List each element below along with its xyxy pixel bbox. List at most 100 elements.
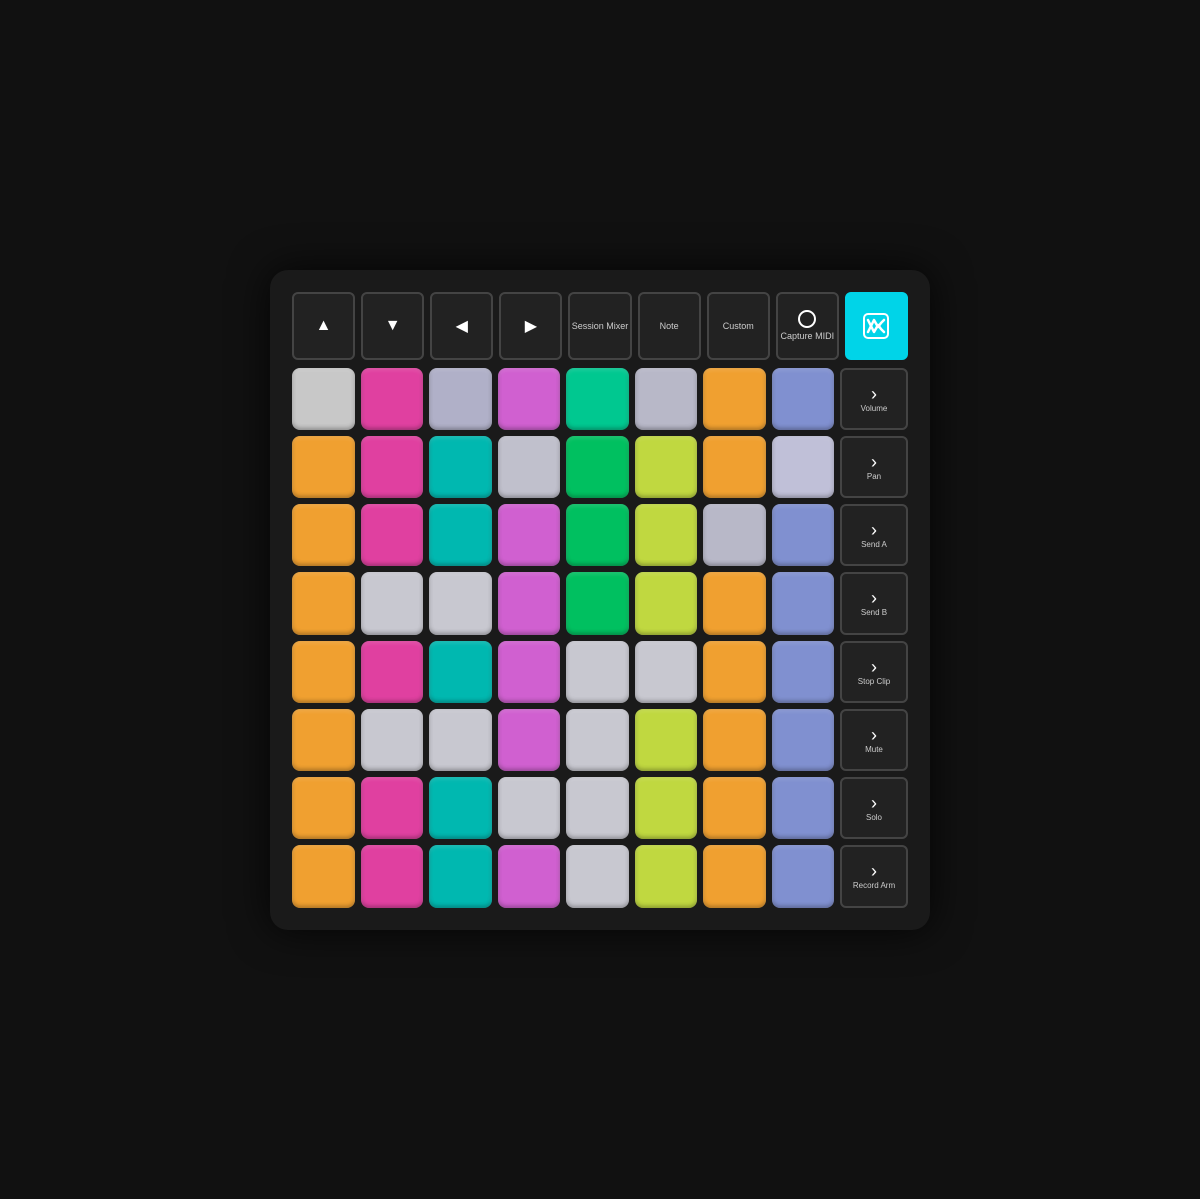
pad-0-6[interactable] (703, 368, 766, 430)
pad-1-5[interactable] (635, 436, 698, 498)
pad-4-2[interactable] (429, 641, 492, 703)
pad-7-5[interactable] (635, 845, 698, 907)
pad-6-3[interactable] (498, 777, 561, 839)
pad-6-6[interactable] (703, 777, 766, 839)
pad-0-1[interactable] (361, 368, 424, 430)
pad-5-1[interactable] (361, 709, 424, 771)
pad-5-7[interactable] (772, 709, 835, 771)
pan-label: Pan (867, 472, 881, 481)
pad-0-5[interactable] (635, 368, 698, 430)
pad-2-1[interactable] (361, 504, 424, 566)
volume-label: Volume (861, 404, 888, 413)
pad-0-4[interactable] (566, 368, 629, 430)
custom-button[interactable]: Custom (707, 292, 770, 360)
pad-3-0[interactable] (292, 572, 355, 634)
down-arrow-icon: ▼ (385, 317, 401, 335)
record_arm-button[interactable]: › Record Arm (840, 845, 908, 907)
pad-5-0[interactable] (292, 709, 355, 771)
session-mixer-button[interactable]: Session Mixer (568, 292, 631, 360)
pad-4-7[interactable] (772, 641, 835, 703)
mute-button[interactable]: › Mute (840, 709, 908, 771)
pad-3-5[interactable] (635, 572, 698, 634)
up-button[interactable]: ▲ (292, 292, 355, 360)
launchpad-controller: ▲ ▼ ◀ ▶ Session Mixer Note Custom Captur… (270, 270, 930, 930)
left-button[interactable]: ◀ (430, 292, 493, 360)
pad-4-3[interactable] (498, 641, 561, 703)
right-button[interactable]: ▶ (499, 292, 562, 360)
pad-1-4[interactable] (566, 436, 629, 498)
send_b-arrow-icon: › (871, 589, 877, 607)
pad-0-0[interactable] (292, 368, 355, 430)
stop_clip-arrow-icon: › (871, 658, 877, 676)
pad-5-2[interactable] (429, 709, 492, 771)
pad-7-7[interactable] (772, 845, 835, 907)
capture-circle-icon (798, 310, 816, 328)
capture-midi-button[interactable]: Capture MIDI (776, 292, 839, 360)
pad-1-7[interactable] (772, 436, 835, 498)
pad-4-0[interactable] (292, 641, 355, 703)
pad-1-1[interactable] (361, 436, 424, 498)
pad-3-3[interactable] (498, 572, 561, 634)
send_a-label: Send A (861, 540, 887, 549)
send_b-button[interactable]: › Send B (840, 572, 908, 634)
pad-2-0[interactable] (292, 504, 355, 566)
pad-6-4[interactable] (566, 777, 629, 839)
pad-1-3[interactable] (498, 436, 561, 498)
pad-4-1[interactable] (361, 641, 424, 703)
pad-3-4[interactable] (566, 572, 629, 634)
note-button[interactable]: Note (638, 292, 701, 360)
solo-arrow-icon: › (871, 794, 877, 812)
pad-4-4[interactable] (566, 641, 629, 703)
volume-arrow-icon: › (871, 385, 877, 403)
pad-2-6[interactable] (703, 504, 766, 566)
send_a-button[interactable]: › Send A (840, 504, 908, 566)
pad-1-6[interactable] (703, 436, 766, 498)
pad-0-3[interactable] (498, 368, 561, 430)
pad-5-5[interactable] (635, 709, 698, 771)
pad-6-0[interactable] (292, 777, 355, 839)
novation-logo-button[interactable] (845, 292, 908, 360)
pad-3-2[interactable] (429, 572, 492, 634)
pad-2-2[interactable] (429, 504, 492, 566)
pad-3-1[interactable] (361, 572, 424, 634)
custom-label: Custom (723, 322, 754, 332)
pad-0-7[interactable] (772, 368, 835, 430)
pad-4-5[interactable] (635, 641, 698, 703)
pad-6-2[interactable] (429, 777, 492, 839)
solo-label: Solo (866, 813, 882, 822)
down-button[interactable]: ▼ (361, 292, 424, 360)
pan-button[interactable]: › Pan (840, 436, 908, 498)
pad-6-5[interactable] (635, 777, 698, 839)
pad-0-2[interactable] (429, 368, 492, 430)
pad-5-3[interactable] (498, 709, 561, 771)
pad-1-2[interactable] (429, 436, 492, 498)
capture-label: Capture MIDI (781, 332, 835, 342)
solo-button[interactable]: › Solo (840, 777, 908, 839)
pad-2-7[interactable] (772, 504, 835, 566)
record_arm-arrow-icon: › (871, 862, 877, 880)
pad-6-7[interactable] (772, 777, 835, 839)
volume-button[interactable]: › Volume (840, 368, 908, 430)
pad-2-5[interactable] (635, 504, 698, 566)
pad-3-7[interactable] (772, 572, 835, 634)
pad-7-6[interactable] (703, 845, 766, 907)
pad-5-4[interactable] (566, 709, 629, 771)
top-row: ▲ ▼ ◀ ▶ Session Mixer Note Custom Captur… (292, 292, 908, 360)
novation-logo-icon (860, 310, 892, 342)
pad-5-6[interactable] (703, 709, 766, 771)
stop_clip-button[interactable]: › Stop Clip (840, 641, 908, 703)
pad-1-0[interactable] (292, 436, 355, 498)
pad-7-3[interactable] (498, 845, 561, 907)
pad-2-3[interactable] (498, 504, 561, 566)
pad-grid (292, 368, 834, 908)
pad-4-6[interactable] (703, 641, 766, 703)
pad-7-4[interactable] (566, 845, 629, 907)
pad-7-1[interactable] (361, 845, 424, 907)
pad-3-6[interactable] (703, 572, 766, 634)
pan-arrow-icon: › (871, 453, 877, 471)
pad-7-0[interactable] (292, 845, 355, 907)
left-arrow-icon: ◀ (456, 316, 468, 336)
pad-2-4[interactable] (566, 504, 629, 566)
pad-6-1[interactable] (361, 777, 424, 839)
pad-7-2[interactable] (429, 845, 492, 907)
